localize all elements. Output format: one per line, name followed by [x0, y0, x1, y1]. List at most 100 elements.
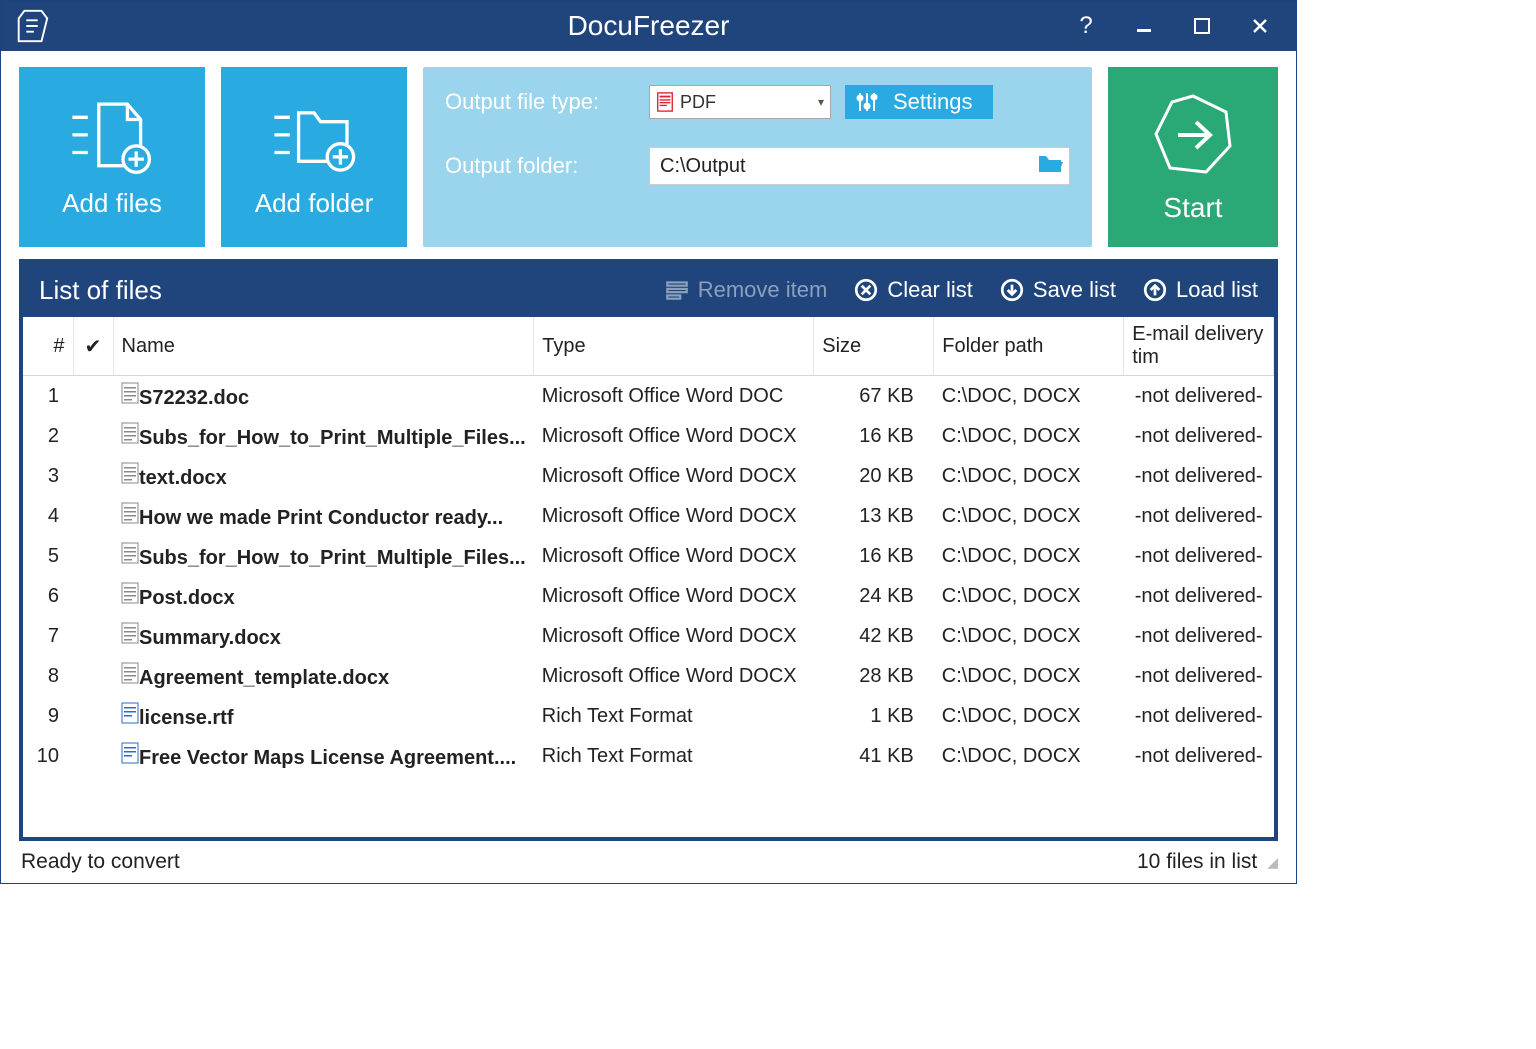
cell-email: -not delivered-: [1124, 696, 1274, 736]
maximize-button[interactable]: [1188, 12, 1216, 40]
table-row[interactable]: 2Subs_for_How_to_Print_Multiple_Files...…: [23, 416, 1274, 456]
cell-num: 1: [23, 376, 73, 417]
cell-type: Microsoft Office Word DOCX: [534, 656, 814, 696]
add-folder-label: Add folder: [255, 188, 374, 219]
cell-check[interactable]: [73, 416, 113, 456]
cell-email: -not delivered-: [1124, 736, 1274, 776]
cell-check[interactable]: [73, 736, 113, 776]
table-row[interactable]: 8 Agreement_template.docxMicrosoft Office…: [23, 656, 1274, 696]
col-folder[interactable]: Folder path: [934, 317, 1124, 376]
load-list-button[interactable]: Load list: [1142, 277, 1258, 303]
minimize-button[interactable]: [1130, 12, 1158, 40]
cell-size: 67 KB: [814, 376, 934, 417]
output-folder-input[interactable]: C:\Output: [649, 147, 1070, 185]
clear-icon: [853, 277, 879, 303]
settings-label: Settings: [893, 89, 973, 115]
cell-folder: C:\DOC, DOCX: [934, 456, 1124, 496]
titlebar: DocuFreezer ?: [1, 1, 1296, 51]
table-row[interactable]: 7Summary.docxMicrosoft Office Word DOCX4…: [23, 616, 1274, 656]
cell-folder: C:\DOC, DOCX: [934, 656, 1124, 696]
list-header: List of files Remove item Clear list: [23, 263, 1274, 317]
cell-name: S72232.doc: [113, 376, 534, 417]
col-name[interactable]: Name: [113, 317, 534, 376]
cell-check[interactable]: [73, 456, 113, 496]
clear-list-button[interactable]: Clear list: [853, 277, 973, 303]
status-left: Ready to convert: [21, 850, 180, 874]
statusbar: Ready to convert 10 files in list ◢: [1, 841, 1296, 883]
table-row[interactable]: 5Subs_for_How_to_Print_Multiple_Files...…: [23, 536, 1274, 576]
start-button[interactable]: Start: [1108, 67, 1278, 247]
cell-num: 9: [23, 696, 73, 736]
cell-name: Subs_for_How_to_Print_Multiple_Files...: [113, 536, 534, 576]
cell-email: -not delivered-: [1124, 456, 1274, 496]
table-row[interactable]: 9license.rtfRich Text Format1 KBC:\DOC, …: [23, 696, 1274, 736]
cell-folder: C:\DOC, DOCX: [934, 616, 1124, 656]
cell-size: 1 KB: [814, 696, 934, 736]
cell-folder: C:\DOC, DOCX: [934, 496, 1124, 536]
settings-button[interactable]: Settings: [845, 85, 993, 119]
table-row[interactable]: 10 Free Vector Maps License Agreement....…: [23, 736, 1274, 776]
cell-folder: C:\DOC, DOCX: [934, 416, 1124, 456]
remove-icon: [664, 277, 690, 303]
cell-size: 24 KB: [814, 576, 934, 616]
cell-num: 10: [23, 736, 73, 776]
col-size[interactable]: Size: [814, 317, 934, 376]
cell-folder: C:\DOC, DOCX: [934, 376, 1124, 417]
table-row[interactable]: 3text.docxMicrosoft Office Word DOCX20 K…: [23, 456, 1274, 496]
table-row[interactable]: 4 How we made Print Conductor ready...Mic…: [23, 496, 1274, 536]
cell-email: -not delivered-: [1124, 416, 1274, 456]
table-row[interactable]: 6Post.docxMicrosoft Office Word DOCX24 K…: [23, 576, 1274, 616]
cell-email: -not delivered-: [1124, 656, 1274, 696]
table-row[interactable]: 1S72232.docMicrosoft Office Word DOC67 K…: [23, 376, 1274, 417]
close-button[interactable]: [1246, 12, 1274, 40]
cell-type: Microsoft Office Word DOCX: [534, 536, 814, 576]
output-panel: Output file type: PDF ▾: [423, 67, 1092, 247]
cell-folder: C:\DOC, DOCX: [934, 576, 1124, 616]
toolbar: Add files Add folder Output file type:: [1, 51, 1296, 259]
cell-type: Microsoft Office Word DOCX: [534, 496, 814, 536]
cell-size: 13 KB: [814, 496, 934, 536]
cell-num: 8: [23, 656, 73, 696]
cell-check[interactable]: [73, 496, 113, 536]
cell-check[interactable]: [73, 656, 113, 696]
col-type[interactable]: Type: [534, 317, 814, 376]
col-email[interactable]: E-mail delivery tim: [1124, 317, 1274, 376]
cell-type: Microsoft Office Word DOCX: [534, 416, 814, 456]
cell-size: 41 KB: [814, 736, 934, 776]
cell-check[interactable]: [73, 376, 113, 417]
cell-name: Free Vector Maps License Agreement....: [113, 736, 534, 776]
output-folder-label: Output folder:: [445, 153, 635, 179]
cell-size: 20 KB: [814, 456, 934, 496]
col-check[interactable]: ✔: [73, 317, 113, 376]
load-icon: [1142, 277, 1168, 303]
output-type-select[interactable]: PDF ▾: [649, 85, 831, 119]
cell-name: Agreement_template.docx: [113, 656, 534, 696]
cell-check[interactable]: [73, 576, 113, 616]
cell-num: 4: [23, 496, 73, 536]
cell-type: Rich Text Format: [534, 736, 814, 776]
remove-item-button[interactable]: Remove item: [664, 277, 828, 303]
col-num[interactable]: #: [23, 317, 73, 376]
cell-num: 2: [23, 416, 73, 456]
cell-name: license.rtf: [113, 696, 534, 736]
cell-name: text.docx: [113, 456, 534, 496]
folder-open-icon[interactable]: [1037, 152, 1063, 180]
status-right: 10 files in list: [1137, 850, 1257, 874]
cell-check[interactable]: [73, 536, 113, 576]
cell-email: -not delivered-: [1124, 616, 1274, 656]
cell-size: 16 KB: [814, 416, 934, 456]
save-list-button[interactable]: Save list: [999, 277, 1116, 303]
cell-check[interactable]: [73, 616, 113, 656]
add-folder-button[interactable]: Add folder: [221, 67, 407, 247]
start-label: Start: [1163, 192, 1222, 224]
add-files-label: Add files: [62, 188, 162, 219]
help-button[interactable]: ?: [1072, 12, 1100, 40]
resize-grip-icon[interactable]: ◢: [1267, 854, 1276, 871]
cell-name: How we made Print Conductor ready...: [113, 496, 534, 536]
output-folder-value: C:\Output: [660, 155, 1037, 178]
cell-check[interactable]: [73, 696, 113, 736]
cell-num: 3: [23, 456, 73, 496]
cell-email: -not delivered-: [1124, 536, 1274, 576]
add-files-button[interactable]: Add files: [19, 67, 205, 247]
output-type-value: PDF: [680, 92, 812, 113]
